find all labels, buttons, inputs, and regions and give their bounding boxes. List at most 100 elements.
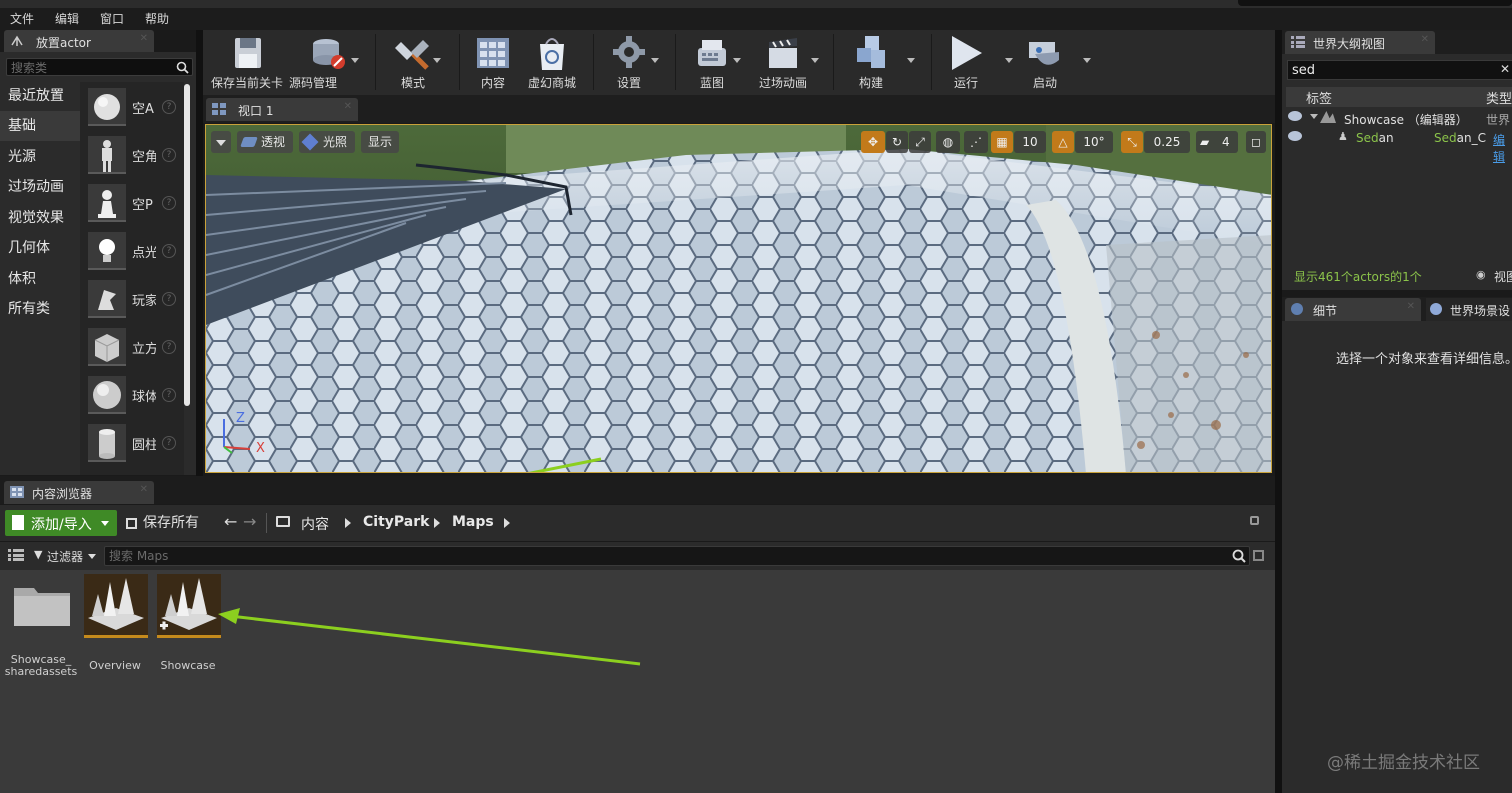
- show-button[interactable]: 显示: [361, 131, 399, 153]
- actor-item-empty-character[interactable]: 空角 ?: [88, 136, 184, 180]
- actor-item-cylinder[interactable]: 圆柱 ?: [88, 424, 184, 468]
- menu-edit[interactable]: 编辑: [55, 10, 79, 27]
- category-geometry[interactable]: 几何体: [0, 233, 80, 263]
- content-button[interactable]: 内容: [467, 30, 519, 95]
- place-search-input[interactable]: [11, 60, 171, 75]
- category-all-classes[interactable]: 所有类: [0, 294, 80, 324]
- content-search-input[interactable]: [109, 548, 1209, 564]
- modes-button[interactable]: 模式: [383, 30, 443, 95]
- clear-search-icon[interactable]: ✕: [1500, 62, 1510, 76]
- actor-list-scrollbar[interactable]: [184, 84, 190, 406]
- visibility-eye-icon[interactable]: [1288, 111, 1302, 121]
- help-icon[interactable]: ?: [162, 196, 176, 210]
- menu-file[interactable]: 文件: [10, 10, 34, 27]
- outliner-row-showcase[interactable]: Showcase （编辑器） 世界: [1286, 109, 1512, 129]
- category-cinematic[interactable]: 过场动画: [0, 172, 80, 202]
- edit-blueprint-link[interactable]: 编辑: [1493, 131, 1512, 165]
- help-icon[interactable]: ?: [162, 292, 176, 306]
- help-icon[interactable]: ?: [162, 244, 176, 258]
- scale-mode-button[interactable]: ⤢: [909, 131, 931, 153]
- perspective-button[interactable]: 透视: [237, 131, 293, 153]
- translate-mode-button[interactable]: ✥: [861, 131, 885, 153]
- close-icon[interactable]: ✕: [140, 484, 148, 495]
- grid-snap-value[interactable]: 10: [1014, 131, 1046, 153]
- filters-button[interactable]: ▼ 过滤器: [32, 546, 98, 566]
- surface-snap-button[interactable]: ⋰: [964, 131, 988, 153]
- actor-item-point-light[interactable]: 点光 ?: [88, 232, 184, 276]
- maximize-viewport-button[interactable]: ◻: [1246, 131, 1266, 153]
- outliner-search-input[interactable]: [1292, 62, 1502, 78]
- breadcrumb-maps[interactable]: Maps: [452, 514, 494, 530]
- lit-button[interactable]: 光照: [299, 131, 355, 153]
- tab-viewport-1[interactable]: 视口 1 ✕: [206, 98, 358, 121]
- category-volumes[interactable]: 体积: [0, 264, 80, 294]
- help-icon[interactable]: ?: [162, 388, 176, 402]
- splitter[interactable]: [1275, 30, 1282, 793]
- rotation-snap-value[interactable]: 10°: [1075, 131, 1113, 153]
- splitter[interactable]: [196, 30, 203, 476]
- actor-item-cube[interactable]: 立方 ?: [88, 328, 184, 372]
- search-icon[interactable]: [1232, 549, 1246, 566]
- back-arrow-icon[interactable]: ←: [224, 512, 237, 531]
- camera-speed-button[interactable]: ▰ 4: [1196, 131, 1238, 153]
- tab-world-outliner[interactable]: 世界大纲视图 ✕: [1285, 31, 1435, 54]
- menu-help[interactable]: 帮助: [145, 10, 169, 27]
- cinematics-button[interactable]: 过场动画: [755, 30, 819, 95]
- rotation-snap-toggle[interactable]: △: [1052, 131, 1074, 153]
- scale-snap-toggle[interactable]: ⤡: [1121, 131, 1143, 153]
- lock-icon[interactable]: [1250, 516, 1259, 525]
- rotate-mode-button[interactable]: ↻: [886, 131, 908, 153]
- menu-window[interactable]: 窗口: [100, 10, 124, 27]
- scale-snap-value[interactable]: 0.25: [1144, 131, 1190, 153]
- tab-place-actors[interactable]: 放置actor ✕: [4, 30, 154, 52]
- category-lights[interactable]: 光源: [0, 142, 80, 172]
- close-icon[interactable]: ✕: [344, 101, 352, 112]
- outliner-search-box[interactable]: ✕: [1287, 60, 1512, 80]
- tab-content-browser[interactable]: 内容浏览器 ✕: [4, 481, 154, 504]
- close-icon[interactable]: ✕: [1407, 301, 1415, 312]
- help-icon[interactable]: ?: [162, 340, 176, 354]
- category-recent[interactable]: 最近放置: [0, 81, 80, 111]
- column-type-header[interactable]: 类型: [1486, 88, 1512, 107]
- place-search-box[interactable]: [6, 58, 193, 76]
- view-options-button[interactable]: 视图: [1494, 268, 1512, 285]
- actor-item-empty-pawn[interactable]: 空P ?: [88, 184, 184, 228]
- actor-item-sphere[interactable]: 球体 ?: [88, 376, 184, 420]
- category-visual-effects[interactable]: 视觉效果: [0, 203, 80, 233]
- actor-item-empty-actor[interactable]: 空A ?: [88, 88, 184, 132]
- breadcrumb-arrow-icon[interactable]: [345, 518, 351, 528]
- play-button[interactable]: 运行: [941, 30, 1013, 95]
- breadcrumb-content[interactable]: 内容: [301, 514, 329, 534]
- category-basic[interactable]: 基础: [0, 111, 80, 141]
- launch-button[interactable]: 启动: [1019, 30, 1091, 95]
- visibility-eye-icon[interactable]: [1288, 131, 1302, 141]
- grid-snap-toggle[interactable]: ▦: [991, 131, 1013, 153]
- build-button[interactable]: 构建: [843, 30, 915, 95]
- save-search-icon[interactable]: [1253, 550, 1264, 561]
- breadcrumb-arrow-icon[interactable]: [434, 518, 440, 528]
- settings-button[interactable]: 设置: [601, 30, 659, 95]
- world-local-button[interactable]: ◍: [936, 131, 960, 153]
- add-import-button[interactable]: 添加/导入: [5, 510, 117, 536]
- outliner-row-sedan[interactable]: ♟ Sedan Sedan_C 编辑: [1286, 129, 1512, 164]
- marketplace-button[interactable]: 虚幻商城: [521, 30, 583, 95]
- save-level-button[interactable]: 保存当前关卡: [207, 30, 287, 95]
- help-icon[interactable]: ?: [162, 148, 176, 162]
- source-control-button[interactable]: 源码管理: [289, 30, 363, 95]
- breadcrumb-citypark[interactable]: CityPark: [363, 514, 429, 530]
- forward-arrow-icon[interactable]: →: [243, 512, 256, 531]
- help-icon[interactable]: ?: [162, 436, 176, 450]
- tab-details[interactable]: 细节 ✕: [1285, 298, 1421, 321]
- search-icon[interactable]: [176, 61, 189, 77]
- actor-item-player-start[interactable]: 玩家 ?: [88, 280, 184, 324]
- tab-world-settings[interactable]: 世界场景设: [1426, 298, 1512, 321]
- breadcrumb-arrow-icon[interactable]: [504, 518, 510, 528]
- viewport-options-button[interactable]: [211, 131, 231, 153]
- expand-arrow-icon[interactable]: [1310, 114, 1318, 119]
- content-search-box[interactable]: [104, 546, 1250, 566]
- close-icon[interactable]: ✕: [140, 33, 148, 44]
- blueprints-button[interactable]: 蓝图: [685, 30, 741, 95]
- sources-toggle-icon[interactable]: [8, 549, 24, 561]
- level-viewport[interactable]: 透视 光照 显示 ✥ ↻ ⤢ ◍ ⋰ ▦ 10 △ 10° ⤡ 0.25 ▰ 4…: [205, 124, 1272, 473]
- column-label-header[interactable]: 标签: [1306, 88, 1332, 107]
